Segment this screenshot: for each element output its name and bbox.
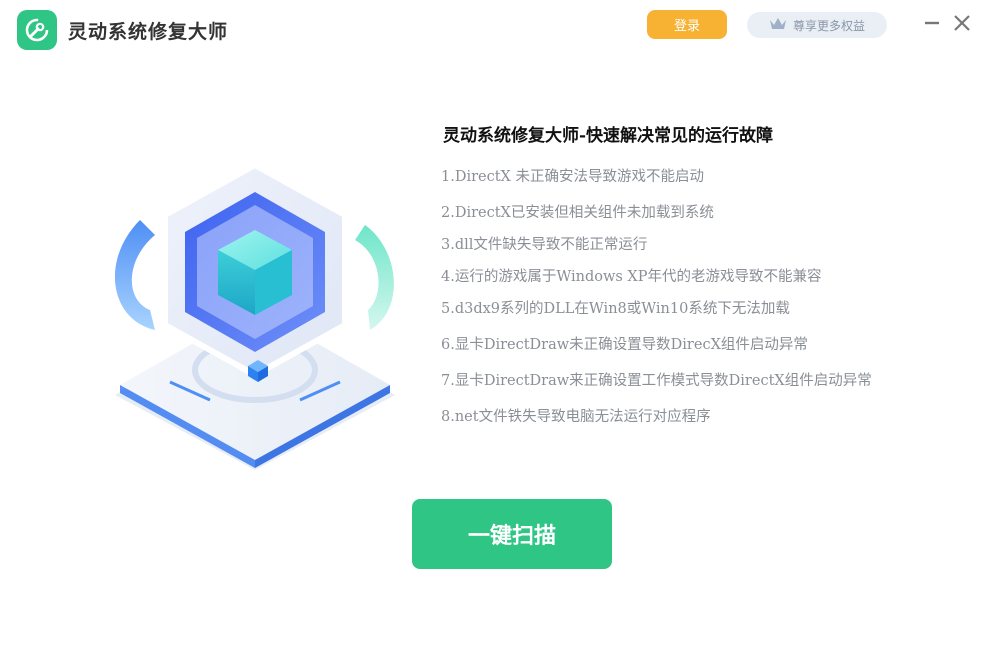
issue-item-2: 2.DirectX已安装但相关组件未加载到系统 [441, 205, 714, 221]
issue-item-1: 1.DirectX 未正确安法导致游戏不能启动 [441, 169, 704, 185]
info-title: 灵动系统修复大师-快速解决常见的运行故障 [443, 126, 774, 146]
minimize-icon[interactable] [921, 12, 943, 34]
issue-item-7: 7.显卡DirectDraw来正确设置工作模式导数DirectX组件启动异常 [441, 373, 872, 389]
close-icon[interactable] [951, 12, 973, 34]
login-button[interactable]: 登录 [647, 10, 727, 39]
one-click-scan-button[interactable]: 一键扫描 [412, 499, 612, 569]
app-window: 灵动系统修复大师 登录 尊享更多权益 灵动系统修复大师-快速解决常见的运行故障 … [0, 0, 992, 646]
issue-item-5: 5.d3dx9系列的DLL在Win8或Win10系统下无法加载 [441, 301, 790, 317]
issue-item-3: 3.dll文件缺失导致不能正常运行 [441, 237, 648, 253]
issue-item-4: 4.运行的游戏属于Windows XP年代的老游戏导致不能兼容 [441, 269, 822, 285]
issue-item-8: 8.net文件铁失导致电脑无法运行对应程序 [441, 409, 711, 425]
title-bar: 灵动系统修复大师 登录 尊享更多权益 [0, 0, 992, 60]
issue-item-6: 6.显卡DirectDraw未正确设置导数DirecX组件启动异常 [441, 337, 808, 353]
crown-icon [769, 17, 787, 34]
repair-illustration [100, 150, 410, 480]
vip-benefits-label: 尊享更多权益 [792, 18, 865, 33]
app-title: 灵动系统修复大师 [68, 21, 229, 43]
vip-benefits-button[interactable]: 尊享更多权益 [747, 12, 887, 38]
app-logo-icon [17, 10, 57, 50]
